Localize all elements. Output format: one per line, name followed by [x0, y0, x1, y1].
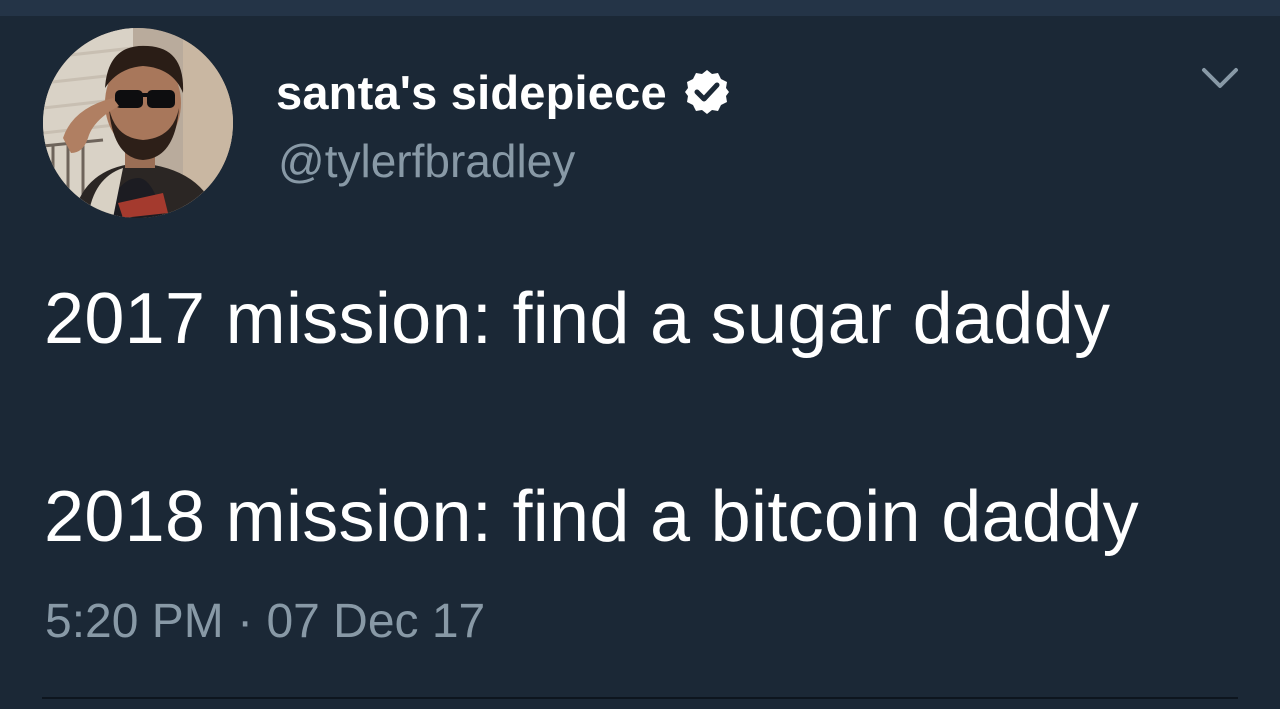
tweet-text-line: 2017 mission: find a sugar daddy	[44, 279, 1111, 359]
tweet-text-line: 2018 mission: find a bitcoin daddy	[44, 477, 1139, 557]
top-bar	[0, 0, 1280, 16]
avatar[interactable]	[43, 28, 233, 218]
timestamp-separator: ·	[237, 595, 254, 648]
verified-badge-icon	[684, 70, 729, 114]
user-handle[interactable]: @tylerfbradley	[278, 134, 575, 188]
tweet: santa's sidepiece @tylerfbradley 2017 mi…	[0, 16, 1280, 709]
chevron-down-icon[interactable]	[1200, 64, 1240, 94]
tweet-date: 07 Dec 17	[266, 595, 486, 648]
avatar-photo	[43, 28, 233, 218]
tweet-timestamp[interactable]: 5:20 PM · 07 Dec 17	[45, 594, 485, 649]
display-name[interactable]: santa's sidepiece	[276, 65, 667, 120]
author-row: santa's sidepiece	[276, 64, 731, 120]
tweet-time: 5:20 PM	[45, 595, 224, 648]
divider	[42, 697, 1238, 699]
